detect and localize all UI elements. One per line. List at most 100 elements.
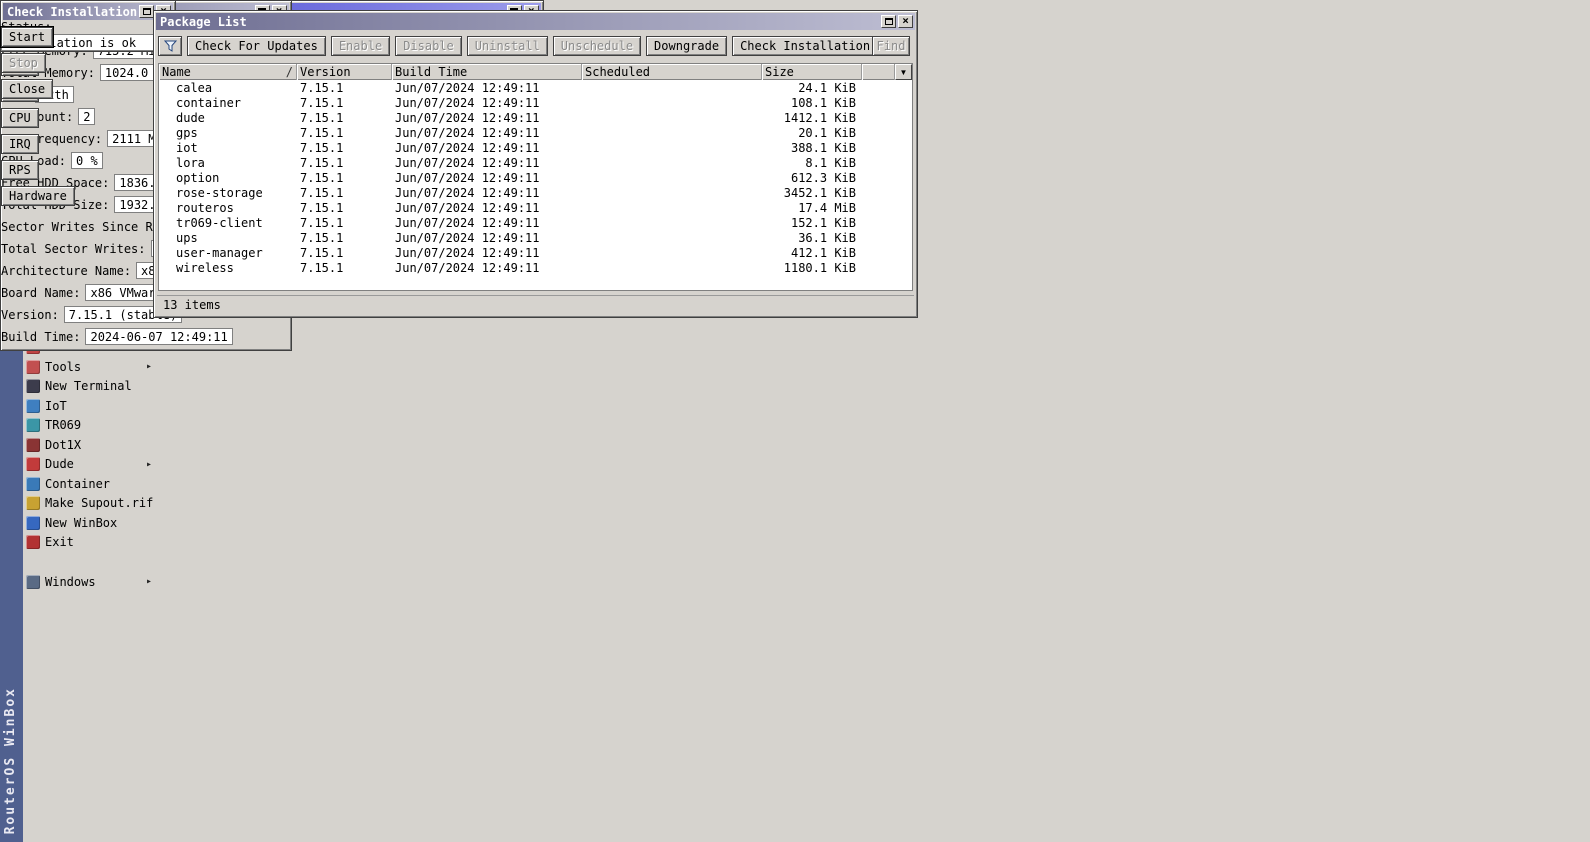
sidebar-item-tools[interactable]: Tools▸	[23, 357, 153, 377]
tools-icon	[26, 360, 40, 374]
package-version-cell: 7.15.1	[297, 111, 392, 125]
uninstall-button[interactable]: Uninstall	[467, 36, 548, 56]
sidebar-item-tr069[interactable]: TR069	[23, 416, 153, 436]
check-installation-button[interactable]: Check Installation	[732, 36, 878, 56]
package-version-cell: 7.15.1	[297, 186, 392, 200]
package-build-time-cell: Jun/07/2024 12:49:11	[392, 141, 582, 155]
package-rows: calea7.15.1Jun/07/2024 12:49:1124.1 KiBc…	[159, 80, 912, 275]
package-build-time-cell: Jun/07/2024 12:49:11	[392, 126, 582, 140]
find-button[interactable]: Find	[872, 36, 910, 56]
cpu-count-field[interactable]: 2	[78, 108, 95, 125]
table-row[interactable]: lora7.15.1Jun/07/2024 12:49:118.1 KiB	[159, 155, 912, 170]
close-dialog-button[interactable]: Close	[1, 79, 53, 99]
container-icon	[26, 477, 40, 491]
table-row[interactable]: dude7.15.1Jun/07/2024 12:49:111412.1 KiB	[159, 110, 912, 125]
column-header-name[interactable]: Name /	[159, 64, 297, 80]
sidebar-item-label: Windows	[45, 575, 96, 589]
package-build-time-cell: Jun/07/2024 12:49:11	[392, 81, 582, 95]
windows-icon	[26, 575, 40, 589]
cpu-load-field[interactable]: 0 %	[71, 152, 103, 169]
table-row[interactable]: gps7.15.1Jun/07/2024 12:49:1120.1 KiB	[159, 125, 912, 140]
package-name: gps	[176, 126, 198, 140]
package-version-cell: 7.15.1	[297, 246, 392, 260]
package-size-cell: 24.1 KiB	[762, 81, 862, 95]
column-header-size[interactable]: Size	[762, 64, 862, 80]
package-list-titlebar[interactable]: Package List ×	[156, 13, 915, 30]
tr069-icon	[26, 418, 40, 432]
package-table: Name / Version Build Time Scheduled Size…	[158, 63, 913, 291]
package-name-cell: dude	[159, 111, 297, 125]
package-name-cell: lora	[159, 156, 297, 170]
table-row[interactable]: option7.15.1Jun/07/2024 12:49:11612.3 Ki…	[159, 170, 912, 185]
window-title: Package List	[160, 15, 247, 29]
board-name-label: Board Name:	[1, 286, 80, 300]
package-size-cell: 3452.1 KiB	[762, 186, 862, 200]
enable-button[interactable]: Enable	[331, 36, 390, 56]
table-row[interactable]: routeros7.15.1Jun/07/2024 12:49:1117.4 M…	[159, 200, 912, 215]
start-button[interactable]: Start	[1, 27, 53, 47]
sidebar-item-label: Dot1X	[45, 438, 81, 452]
unschedule-button[interactable]: Unschedule	[553, 36, 641, 56]
brand-vertical-text: RouterOS WinBox	[3, 687, 18, 834]
sidebar-item-label: Dude	[45, 457, 74, 471]
table-row[interactable]: calea7.15.1Jun/07/2024 12:49:1124.1 KiB	[159, 80, 912, 95]
table-row[interactable]: iot7.15.1Jun/07/2024 12:49:11388.1 KiB	[159, 140, 912, 155]
check-for-updates-button[interactable]: Check For Updates	[187, 36, 326, 56]
package-name-cell: ups	[159, 231, 297, 245]
package-name: iot	[176, 141, 198, 155]
sidebar-item-exit[interactable]: Exit	[23, 533, 153, 553]
column-header-version[interactable]: Version	[297, 64, 392, 80]
filter-button[interactable]	[158, 36, 182, 56]
submenu-arrow-icon: ▸	[146, 459, 152, 470]
package-list-statusbar: 13 items	[157, 295, 914, 314]
sidebar-item-iot[interactable]: IoT	[23, 396, 153, 416]
sidebar-item-dude[interactable]: Dude ▸	[23, 455, 153, 475]
package-name: option	[176, 171, 219, 185]
package-icon	[162, 98, 172, 108]
downgrade-button[interactable]: Downgrade	[646, 36, 727, 56]
close-button[interactable]: ×	[898, 15, 913, 28]
package-icon	[162, 83, 172, 93]
column-header-scheduled[interactable]: Scheduled	[582, 64, 762, 80]
stop-button[interactable]: Stop	[1, 53, 46, 73]
package-icon	[162, 218, 172, 228]
cpu-button[interactable]: CPU	[1, 108, 39, 128]
dot1x-icon	[26, 438, 40, 452]
package-icon	[162, 248, 172, 258]
package-table-header: Name / Version Build Time Scheduled Size…	[159, 64, 912, 80]
sidebar-item-windows[interactable]: Windows▸	[23, 572, 153, 592]
package-name-cell: user-manager	[159, 246, 297, 260]
sidebar-item-new-terminal[interactable]: New Terminal	[23, 377, 153, 397]
sidebar-item-make-supout-rif[interactable]: Make Supout.rif	[23, 494, 153, 514]
sidebar-item-new-winbox[interactable]: New WinBox	[23, 513, 153, 533]
table-row[interactable]: tr069-client7.15.1Jun/07/2024 12:49:1115…	[159, 215, 912, 230]
package-name: routeros	[176, 201, 234, 215]
table-row[interactable]: wireless7.15.1Jun/07/2024 12:49:111180.1…	[159, 260, 912, 275]
package-icon	[162, 173, 172, 183]
irq-button[interactable]: IRQ	[1, 134, 39, 154]
check-installation-titlebar[interactable]: Check Installation ×	[3, 3, 173, 20]
table-row[interactable]: rose-storage7.15.1Jun/07/2024 12:49:1134…	[159, 185, 912, 200]
disable-button[interactable]: Disable	[395, 36, 462, 56]
build-time-field[interactable]: 2024-06-07 12:49:11	[85, 328, 232, 345]
sidebar-item-label: Tools	[45, 360, 81, 374]
winbox-icon	[26, 516, 40, 530]
rps-button[interactable]: RPS	[1, 160, 39, 180]
package-size-cell: 108.1 KiB	[762, 96, 862, 110]
column-select-button[interactable]: ▼	[895, 64, 912, 80]
hardware-button[interactable]: Hardware	[1, 186, 75, 206]
maximize-button[interactable]	[881, 15, 896, 28]
table-row[interactable]: ups7.15.1Jun/07/2024 12:49:1136.1 KiB	[159, 230, 912, 245]
maximize-button[interactable]	[139, 5, 154, 18]
package-build-time-cell: Jun/07/2024 12:49:11	[392, 231, 582, 245]
package-name: user-manager	[176, 246, 263, 260]
table-row[interactable]: user-manager7.15.1Jun/07/2024 12:49:1141…	[159, 245, 912, 260]
package-size-cell: 388.1 KiB	[762, 141, 862, 155]
table-row[interactable]: container7.15.1Jun/07/2024 12:49:11108.1…	[159, 95, 912, 110]
column-header-build-time[interactable]: Build Time	[392, 64, 582, 80]
exit-icon	[26, 535, 40, 549]
sidebar-item-dot1x[interactable]: Dot1X	[23, 435, 153, 455]
package-build-time-cell: Jun/07/2024 12:49:11	[392, 261, 582, 275]
sidebar-item-container[interactable]: Container	[23, 474, 153, 494]
sidebar-item-label: Exit	[45, 535, 74, 549]
